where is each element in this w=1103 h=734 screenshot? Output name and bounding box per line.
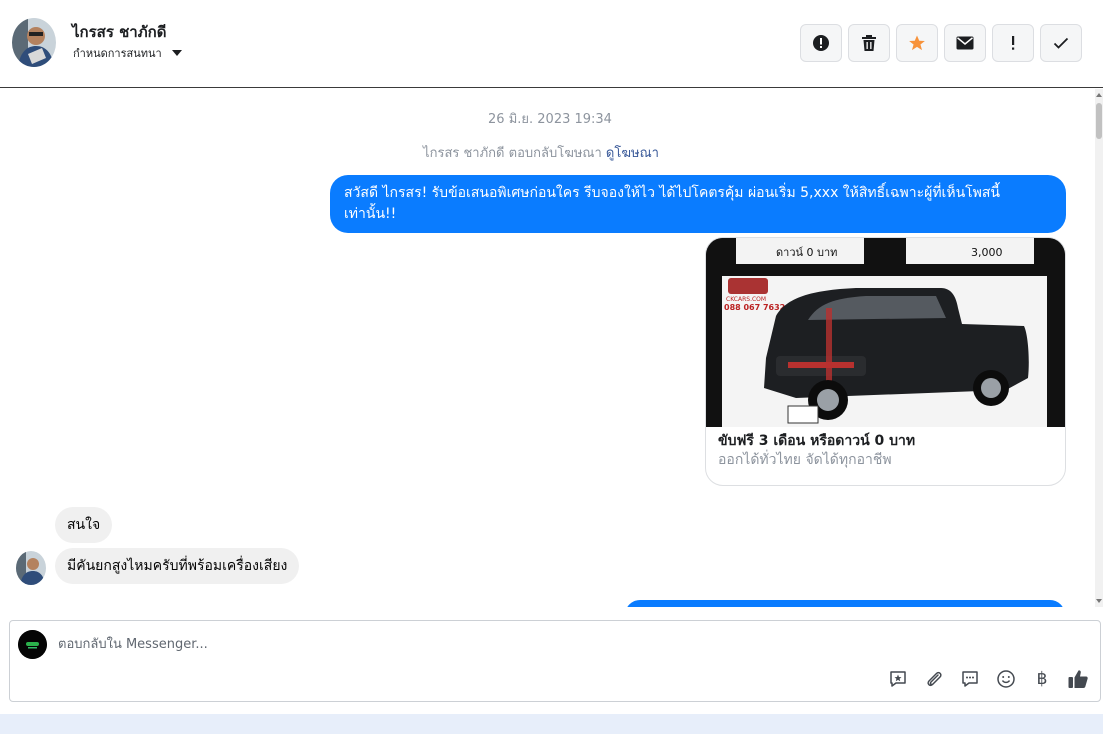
contact-name[interactable]: ไกรสร ชาภักดี (72, 20, 166, 44)
trash-icon (862, 35, 876, 51)
message-thread[interactable]: 26 มิ.ย. 2023 19:34 ไกรสร ชาภักดี ตอบกลั… (0, 89, 1103, 607)
reply-composer: ฿ (9, 620, 1101, 702)
ad-subtitle: ออกได้ทั่วไทย จัดได้ทุกอาชีพ (718, 452, 892, 468)
baht-icon: ฿ (1036, 669, 1048, 689)
star-button[interactable] (896, 24, 938, 62)
mark-unread-button[interactable] (944, 24, 986, 62)
star-icon (909, 35, 925, 51)
attachment-button[interactable] (922, 667, 946, 691)
mark-spam-button[interactable] (800, 24, 842, 62)
ad-banner-left: ดาวน์ 0 บาท (776, 246, 837, 259)
footer-strip (0, 714, 1103, 734)
check-icon (1053, 37, 1069, 49)
page-avatar (18, 630, 47, 659)
conversation-header: ไกรสร ชาภักดี กำหนดการสนทนา (0, 0, 1103, 88)
saved-reply-icon (890, 671, 906, 687)
contact-avatar[interactable] (12, 18, 56, 67)
ad-phone: 088 067 7632 (724, 303, 785, 312)
spam-icon (813, 35, 829, 51)
header-actions (800, 24, 1082, 62)
mark-important-button[interactable] (992, 24, 1034, 62)
saved-reply-button[interactable] (886, 667, 910, 691)
incoming-message[interactable]: สนใจ (55, 507, 113, 543)
messenger-page: ไกรสร ชาภักดี กำหนดการสนทนา 26 มิ.ย. 202… (0, 0, 1103, 734)
assign-label: กำหนดการสนทนา (73, 47, 162, 60)
chat-button[interactable] (958, 667, 982, 691)
view-ad-link[interactable]: ดูโฆษณา (606, 146, 659, 161)
ad-banner-right: 3,000 (971, 246, 1003, 259)
scroll-thumb[interactable] (1096, 103, 1102, 139)
like-icon (1068, 670, 1088, 688)
mark-done-button[interactable] (1040, 24, 1082, 62)
scroll-up-icon[interactable] (1096, 93, 1102, 97)
caret-down-icon (171, 50, 182, 56)
chat-icon (962, 671, 978, 687)
scroll-down-icon[interactable] (1096, 599, 1102, 603)
assign-conversation-dropdown[interactable]: กำหนดการสนทนา (73, 44, 182, 62)
attachment-icon (927, 671, 942, 687)
mail-icon (956, 36, 974, 50)
composer-tools: ฿ (886, 667, 1090, 691)
incoming-message[interactable]: มีคันยกสูงไหมครับที่พร้อมเครื่องเสียง (55, 548, 300, 584)
ad-reply-notice: ไกรสร ชาภักดี ตอบกลับโฆษณา ดูโฆษณา (0, 142, 1082, 163)
emoji-button[interactable] (994, 667, 1018, 691)
ad-image[interactable]: ดาวน์ 0 บาท 3,000 CKCARS.COM 088 067 763… (706, 238, 1065, 427)
important-icon (1012, 36, 1015, 50)
outgoing-message[interactable]: สวัสดี ไกรสร! รับข้อเสนอพิเศษก่อนใคร รีบ… (330, 175, 1066, 233)
payment-button[interactable]: ฿ (1030, 667, 1054, 691)
ad-card[interactable]: ดาวน์ 0 บาท 3,000 CKCARS.COM 088 067 763… (705, 237, 1066, 486)
outgoing-message-partial[interactable] (625, 600, 1065, 607)
ad-reply-text: ไกรสร ชาภักดี ตอบกลับโฆษณา (423, 146, 602, 161)
like-button[interactable] (1066, 667, 1090, 691)
contact-avatar-small (16, 551, 46, 585)
delete-button[interactable] (848, 24, 890, 62)
emoji-icon (997, 670, 1015, 688)
ad-logo-text: CKCARS.COM (726, 296, 766, 303)
message-timestamp: 26 มิ.ย. 2023 19:34 (488, 112, 612, 127)
thread-scrollbar[interactable] (1095, 89, 1103, 607)
reply-input[interactable] (58, 633, 878, 655)
